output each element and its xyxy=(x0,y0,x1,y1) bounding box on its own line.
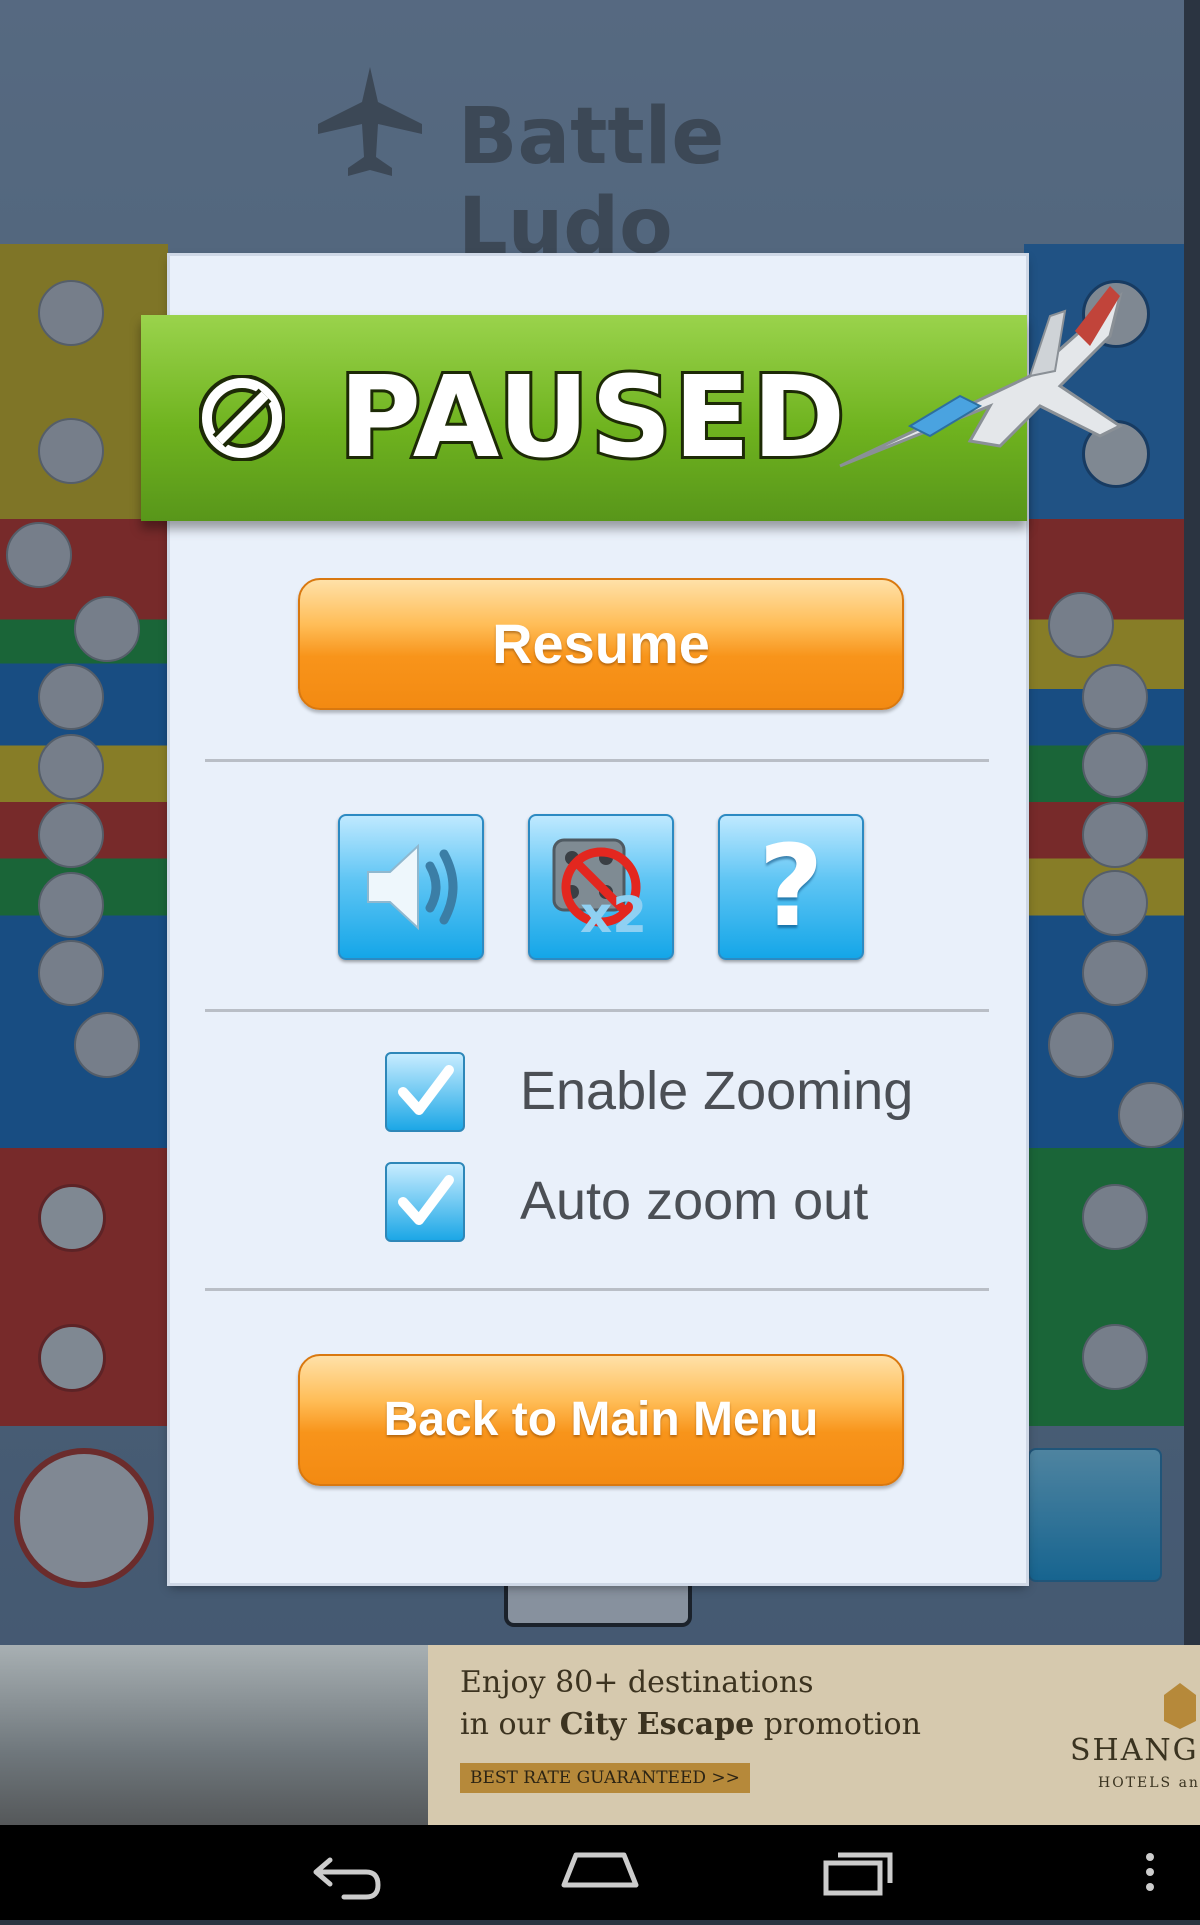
home-nav-button[interactable] xyxy=(540,1825,660,1920)
pause-icon xyxy=(199,375,285,461)
recents-icon xyxy=(823,1852,893,1896)
help-icon: ? xyxy=(758,822,824,952)
speaker-icon xyxy=(367,843,458,931)
enable-zooming-checkbox[interactable] xyxy=(385,1052,465,1132)
ad-subline: in our City Escape promotion xyxy=(460,1707,921,1742)
checkmark-icon xyxy=(398,1175,454,1225)
ad-headline: Enjoy 80+ destinations xyxy=(460,1665,814,1700)
auto-zoom-out-label: Auto zoom out xyxy=(520,1171,869,1231)
overflow-menu-icon xyxy=(1146,1853,1154,1891)
back-nav-button[interactable] xyxy=(286,1825,406,1920)
home-icon xyxy=(561,1852,639,1888)
auto-zoom-out-checkbox[interactable] xyxy=(385,1162,465,1242)
dice-multiplier-label: x2 xyxy=(580,886,648,944)
hotel-logo-icon xyxy=(1164,1683,1196,1729)
divider xyxy=(205,759,989,762)
resume-button[interactable]: Resume xyxy=(298,578,904,710)
ad-banner[interactable]: Enjoy 80+ destinations in our City Escap… xyxy=(0,1645,1200,1825)
sound-toggle-button[interactable] xyxy=(338,814,484,960)
paused-title: PAUSED xyxy=(336,350,848,486)
ad-brand-name: SHANGR xyxy=(1070,1733,1200,1768)
checkmark-icon xyxy=(398,1065,454,1115)
help-button[interactable]: ? xyxy=(718,814,864,960)
ad-rate-badge: BEST RATE GUARANTEED >> xyxy=(460,1763,750,1793)
recents-nav-button[interactable] xyxy=(798,1825,918,1920)
enable-zooming-label: Enable Zooming xyxy=(520,1061,914,1121)
divider xyxy=(205,1288,989,1291)
ad-brand-subtitle: HOTELS and R xyxy=(1098,1775,1200,1791)
back-icon xyxy=(313,1857,381,1900)
overflow-menu-button[interactable] xyxy=(1130,1825,1170,1920)
divider xyxy=(205,1009,989,1012)
back-to-main-menu-button[interactable]: Back to Main Menu xyxy=(298,1354,904,1486)
fighter-jet-icon xyxy=(839,286,1123,468)
double-dice-toggle-button[interactable]: x2 xyxy=(528,814,674,960)
navigation-bar xyxy=(0,1825,1200,1920)
ad-city-photo xyxy=(0,1645,428,1825)
